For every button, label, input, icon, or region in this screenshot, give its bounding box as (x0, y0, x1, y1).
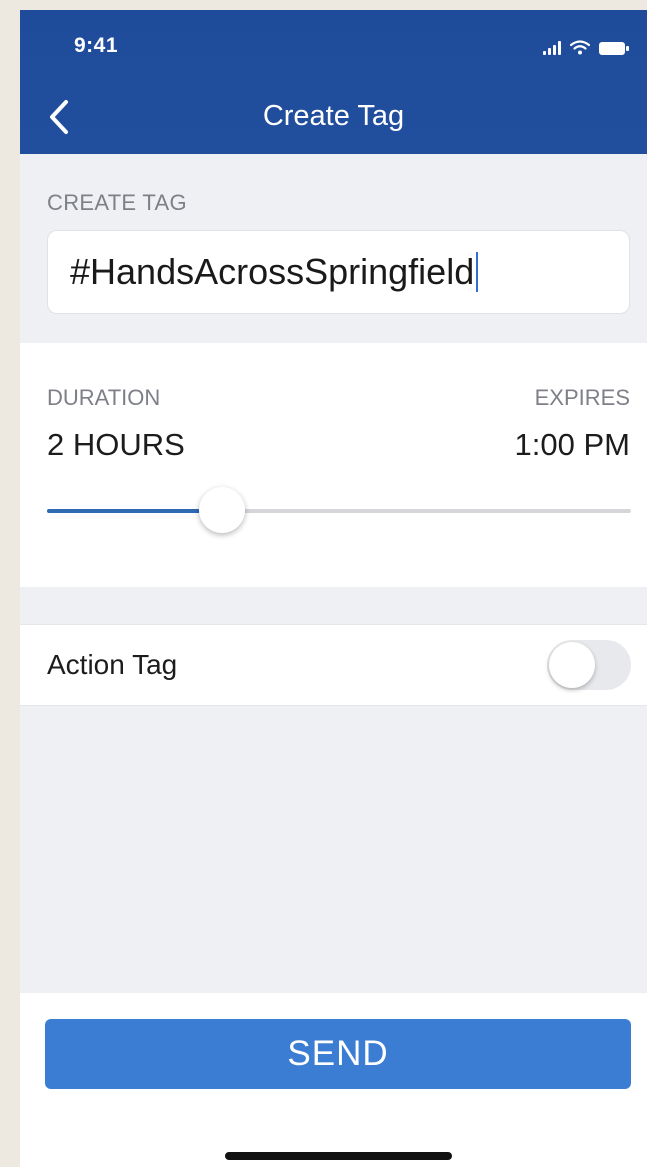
wifi-icon (570, 40, 590, 55)
status-icons (543, 37, 629, 55)
action-tag-label: Action Tag (47, 649, 178, 680)
duration-panel: DURATION 2 HOURS EXPIRES 1:00 PM (20, 343, 647, 587)
duration-slider[interactable] (47, 487, 631, 533)
status-time: 9:41 (74, 34, 119, 57)
action-tag-row: Action Tag (20, 624, 647, 706)
slider-fill (47, 509, 223, 513)
tag-input-value: #HandsAcrossSpringfield (70, 251, 475, 292)
action-tag-toggle[interactable] (547, 640, 631, 690)
expires-value: 1:00 PM (514, 427, 630, 462)
home-indicator (225, 1152, 452, 1160)
duration-label: DURATION (47, 385, 161, 410)
bottom-action-area: SEND (20, 993, 647, 1167)
expires-label: EXPIRES (534, 385, 630, 410)
app-header: 9:41 Create Tag (20, 10, 647, 154)
page-title: Create Tag (262, 100, 405, 132)
battery-icon (599, 42, 629, 55)
text-caret (476, 252, 479, 292)
duration-value: 2 HOURS (47, 427, 185, 462)
phone-screen: 9:41 Create Tag CREATE TAG #HandsAcrossS… (20, 10, 647, 1167)
tag-name-input[interactable]: #HandsAcrossSpringfield (47, 230, 630, 314)
send-button[interactable]: SEND (45, 1019, 631, 1089)
slider-thumb[interactable] (199, 487, 246, 533)
cellular-signal-icon (543, 41, 561, 55)
create-tag-section-label: CREATE TAG (47, 190, 187, 215)
toggle-knob (549, 642, 595, 688)
